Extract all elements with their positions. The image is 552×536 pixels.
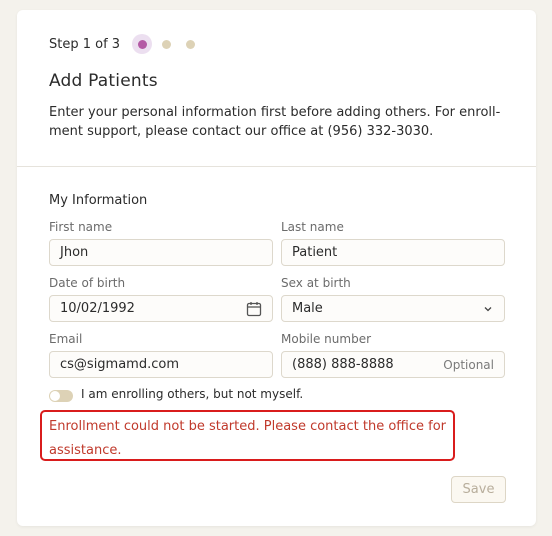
step-1-indicator (132, 34, 153, 54)
page-title: Add Patients (49, 71, 158, 91)
sex-select[interactable]: Male (281, 295, 505, 322)
section-title: My Information (49, 193, 148, 208)
divider (17, 166, 536, 167)
optional-hint: Optional (443, 357, 494, 372)
first-name-input[interactable]: Jhon (49, 239, 273, 266)
email-label: Email (49, 332, 83, 346)
mobile-input[interactable]: (888) 888-8888 Optional (281, 351, 505, 378)
step-label: Step 1 of 3 (49, 36, 121, 52)
step-dot-active (137, 39, 147, 49)
step-dot (161, 39, 171, 49)
mobile-label: Mobile number (281, 332, 372, 346)
dob-value: 10/02/1992 (60, 301, 135, 316)
sex-value: Male (292, 301, 323, 316)
toggle-knob (50, 391, 60, 401)
page-description: Enter your personal information first be… (49, 105, 501, 139)
email-value: cs@sigmamd.com (60, 357, 179, 372)
dob-input[interactable]: 10/02/1992 (49, 295, 273, 322)
step-3-indicator (180, 34, 200, 54)
first-name-label: First name (49, 220, 113, 234)
calendar-icon[interactable] (246, 301, 262, 317)
step-dot (185, 39, 195, 49)
step-2-indicator (156, 34, 176, 54)
sex-label: Sex at birth (281, 276, 351, 290)
first-name-value: Jhon (60, 245, 89, 260)
last-name-label: Last name (281, 220, 344, 234)
enrollment-card: Step 1 of 3 Add Patients Enter your pers… (17, 10, 536, 526)
email-input[interactable]: cs@sigmamd.com (49, 351, 273, 378)
save-button[interactable]: Save (451, 476, 506, 503)
last-name-value: Patient (292, 245, 338, 260)
enroll-others-label[interactable]: I am enrolling others, but not myself. (81, 387, 303, 401)
enroll-others-toggle[interactable] (49, 390, 73, 402)
error-message: Enrollment could not be started. Please … (40, 410, 455, 461)
last-name-input[interactable]: Patient (281, 239, 505, 266)
stepper: Step 1 of 3 (49, 34, 204, 54)
mobile-value: (888) 888-8888 (292, 357, 394, 372)
chevron-down-icon (482, 303, 494, 315)
dob-label: Date of birth (49, 276, 126, 290)
